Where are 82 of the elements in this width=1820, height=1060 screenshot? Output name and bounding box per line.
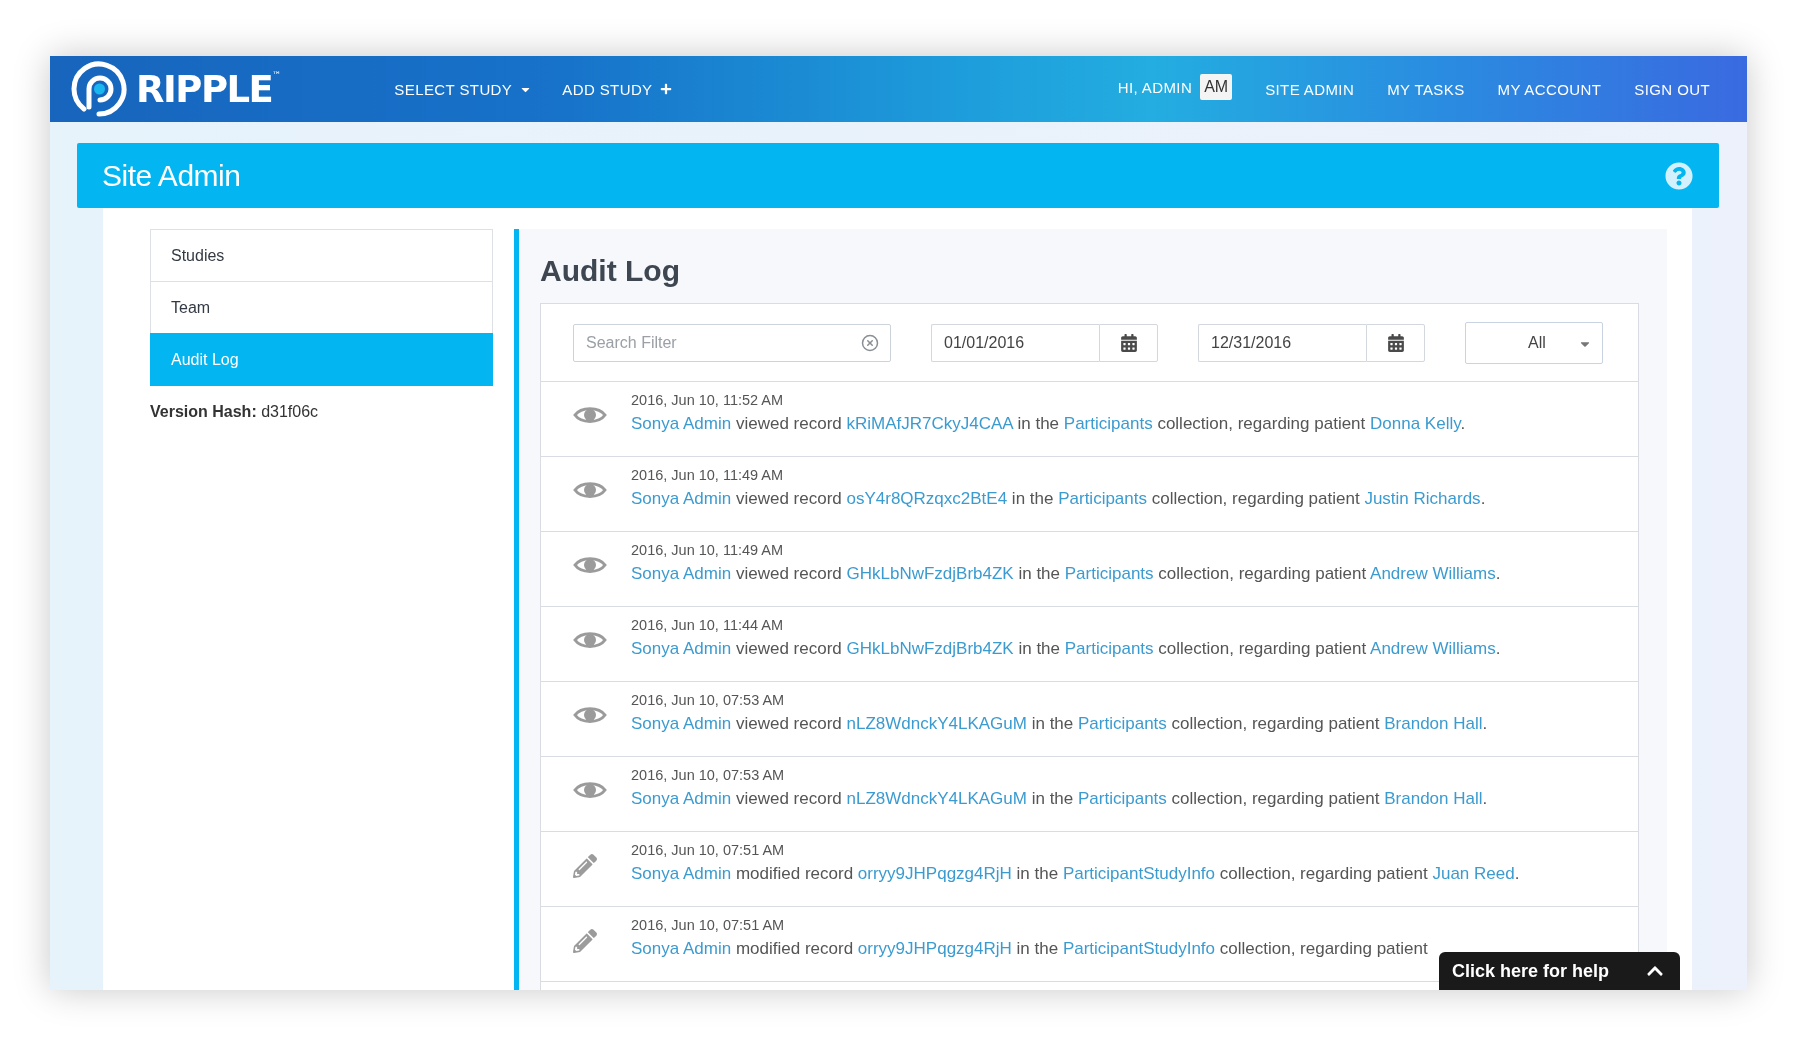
pencil-icon	[573, 929, 597, 953]
patient-link[interactable]: Andrew Williams	[1370, 564, 1496, 583]
section-heading: Audit Log	[540, 253, 681, 289]
user-link[interactable]: Sonya Admin	[631, 939, 732, 958]
record-link[interactable]: orryy9JHPqgzg4RjH	[857, 864, 1012, 883]
entry-message: Sonya Admin viewed record nLZ8WdnckY4LKAGuM in the Participants collection, regarding patient Brandon Hall.	[631, 788, 1488, 810]
end-date-field[interactable]: 12/31/2016	[1198, 323, 1366, 362]
entry-message: Sonya Admin viewed record GHkLbNwFzdjBrb4ZK in the Participants collection, regarding patient Andrew Williams.	[631, 638, 1501, 660]
collection-link[interactable]: ParticipantStudyInfo	[1062, 864, 1216, 883]
patient-link[interactable]: Brandon Hall	[1384, 789, 1483, 808]
search-field[interactable]: Search Filter	[573, 323, 891, 362]
pencil-icon	[573, 854, 597, 878]
entry-timestamp: 2016, Jun 10, 07:53 AM	[631, 691, 786, 709]
entry-message: Sonya Admin modified record orryy9JHPqgzg4RjH in the ParticipantStudyInfo collection, regarding patient	[631, 938, 1428, 960]
record-link[interactable]: kRiMAfJR7CkyJ4CAA	[846, 414, 1013, 433]
logo-text: RIPPLE$^{™}$	[136, 70, 282, 108]
user-link[interactable]: Sonya Admin	[631, 564, 732, 583]
eye-icon	[573, 554, 607, 576]
eye-icon	[573, 479, 607, 501]
entry-timestamp: 2016, Jun 10, 07:51 AM	[631, 841, 786, 859]
entry-timestamp: 2016, Jun 10, 11:52 AM	[631, 391, 785, 409]
calendar-icon	[1386, 333, 1405, 352]
patient-link[interactable]: Brandon Hall	[1384, 714, 1483, 733]
record-link[interactable]: GHkLbNwFzdjBrb4ZK	[846, 639, 1014, 658]
collection-link[interactable]: ParticipantStudyInfo	[1062, 939, 1216, 958]
user-link[interactable]: Sonya Admin	[631, 864, 732, 883]
sidebar-item[interactable]: Audit Log	[150, 333, 493, 386]
calendar-button[interactable]	[1366, 323, 1425, 362]
nav-link[interactable]: ADD STUDY	[562, 80, 672, 98]
collection-link[interactable]: Participants	[1078, 789, 1167, 808]
entry-message: Sonya Admin modified record orryy9JHPqgzg4RjH in the ParticipantStudyInfo collection, regarding patient Juan Reed.	[631, 863, 1520, 885]
eye-icon	[573, 404, 607, 426]
user-link[interactable]: Sonya Admin	[631, 489, 732, 508]
greeting-text: HI, ADMIN	[1117, 78, 1193, 96]
collection-link[interactable]: Participants	[1063, 414, 1153, 433]
nav-link[interactable]: SELECT STUDY	[394, 80, 533, 98]
entry-timestamp: 2016, Jun 10, 07:51 AM	[631, 916, 786, 934]
eye-icon	[573, 704, 607, 726]
record-link[interactable]: osY4r8QRzqxc2BtE4	[846, 489, 1008, 508]
user-link[interactable]: Sonya Admin	[631, 789, 732, 808]
version-hash: Version Hash: d31f06c	[150, 402, 320, 422]
record-link[interactable]: GHkLbNwFzdjBrb4ZK	[846, 564, 1014, 583]
clear-icon[interactable]	[861, 333, 879, 352]
entry-timestamp: 2016, Jun 10, 11:49 AM	[631, 541, 785, 559]
nav-link[interactable]: SITE ADMIN	[1265, 80, 1355, 98]
avatar-initials: AM	[1200, 74, 1233, 100]
plus-icon	[659, 83, 672, 95]
calendar-icon	[1119, 333, 1138, 352]
eye-icon	[573, 779, 607, 801]
entry-timestamp: 2016, Jun 10, 11:44 AM	[631, 616, 785, 634]
patient-link[interactable]: Andrew Williams	[1370, 639, 1496, 658]
user-link[interactable]: Sonya Admin	[631, 639, 732, 658]
collection-link[interactable]: Participants	[1058, 489, 1147, 508]
entry-message: Sonya Admin viewed record nLZ8WdnckY4LKAGuM in the Participants collection, regarding patient Brandon Hall.	[631, 713, 1488, 735]
entry-message: Sonya Admin viewed record osY4r8QRzqxc2BtE4 in the Participants collection, regarding patient Justin Richards.	[631, 488, 1486, 510]
page-title: Site Admin	[102, 158, 241, 193]
help-tab-button[interactable]: Click here for help	[1439, 952, 1680, 990]
entry-message: Sonya Admin viewed record GHkLbNwFzdjBrb4ZK in the Participants collection, regarding patient Andrew Williams.	[631, 563, 1501, 585]
nav-link[interactable]: SIGN OUT	[1634, 80, 1710, 98]
nav-link[interactable]: MY TASKS	[1387, 80, 1465, 98]
patient-link[interactable]: Justin Richards	[1364, 489, 1481, 508]
sidebar-item[interactable]: Team	[150, 281, 493, 334]
patient-link[interactable]: Juan Reed	[1432, 864, 1515, 883]
collection-link[interactable]: Participants	[1064, 639, 1154, 658]
start-date-field[interactable]: 01/01/2016	[931, 323, 1099, 362]
record-link[interactable]: orryy9JHPqgzg4RjH	[857, 939, 1012, 958]
type-select[interactable]: All	[1465, 321, 1603, 364]
collection-link[interactable]: Participants	[1064, 564, 1154, 583]
user-link[interactable]: Sonya Admin	[631, 714, 732, 733]
user-link[interactable]: Sonya Admin	[631, 414, 732, 433]
eye-icon	[573, 629, 607, 651]
sidebar-item[interactable]: Studies	[150, 229, 493, 282]
record-link[interactable]: nLZ8WdnckY4LKAGuM	[846, 789, 1027, 808]
logo-icon	[70, 60, 128, 118]
calendar-button[interactable]	[1099, 323, 1158, 362]
entry-timestamp: 2016, Jun 10, 11:49 AM	[631, 466, 785, 484]
nav-link[interactable]: MY ACCOUNT	[1497, 80, 1602, 98]
patient-link[interactable]: Donna Kelly	[1370, 414, 1461, 433]
entry-message: Sonya Admin viewed record kRiMAfJR7CkyJ4CAA in the Participants collection, regarding patient Donna Kelly.	[631, 413, 1466, 435]
record-link[interactable]: nLZ8WdnckY4LKAGuM	[846, 714, 1027, 733]
collection-link[interactable]: Participants	[1078, 714, 1167, 733]
entry-timestamp: 2016, Jun 10, 07:53 AM	[631, 766, 786, 784]
